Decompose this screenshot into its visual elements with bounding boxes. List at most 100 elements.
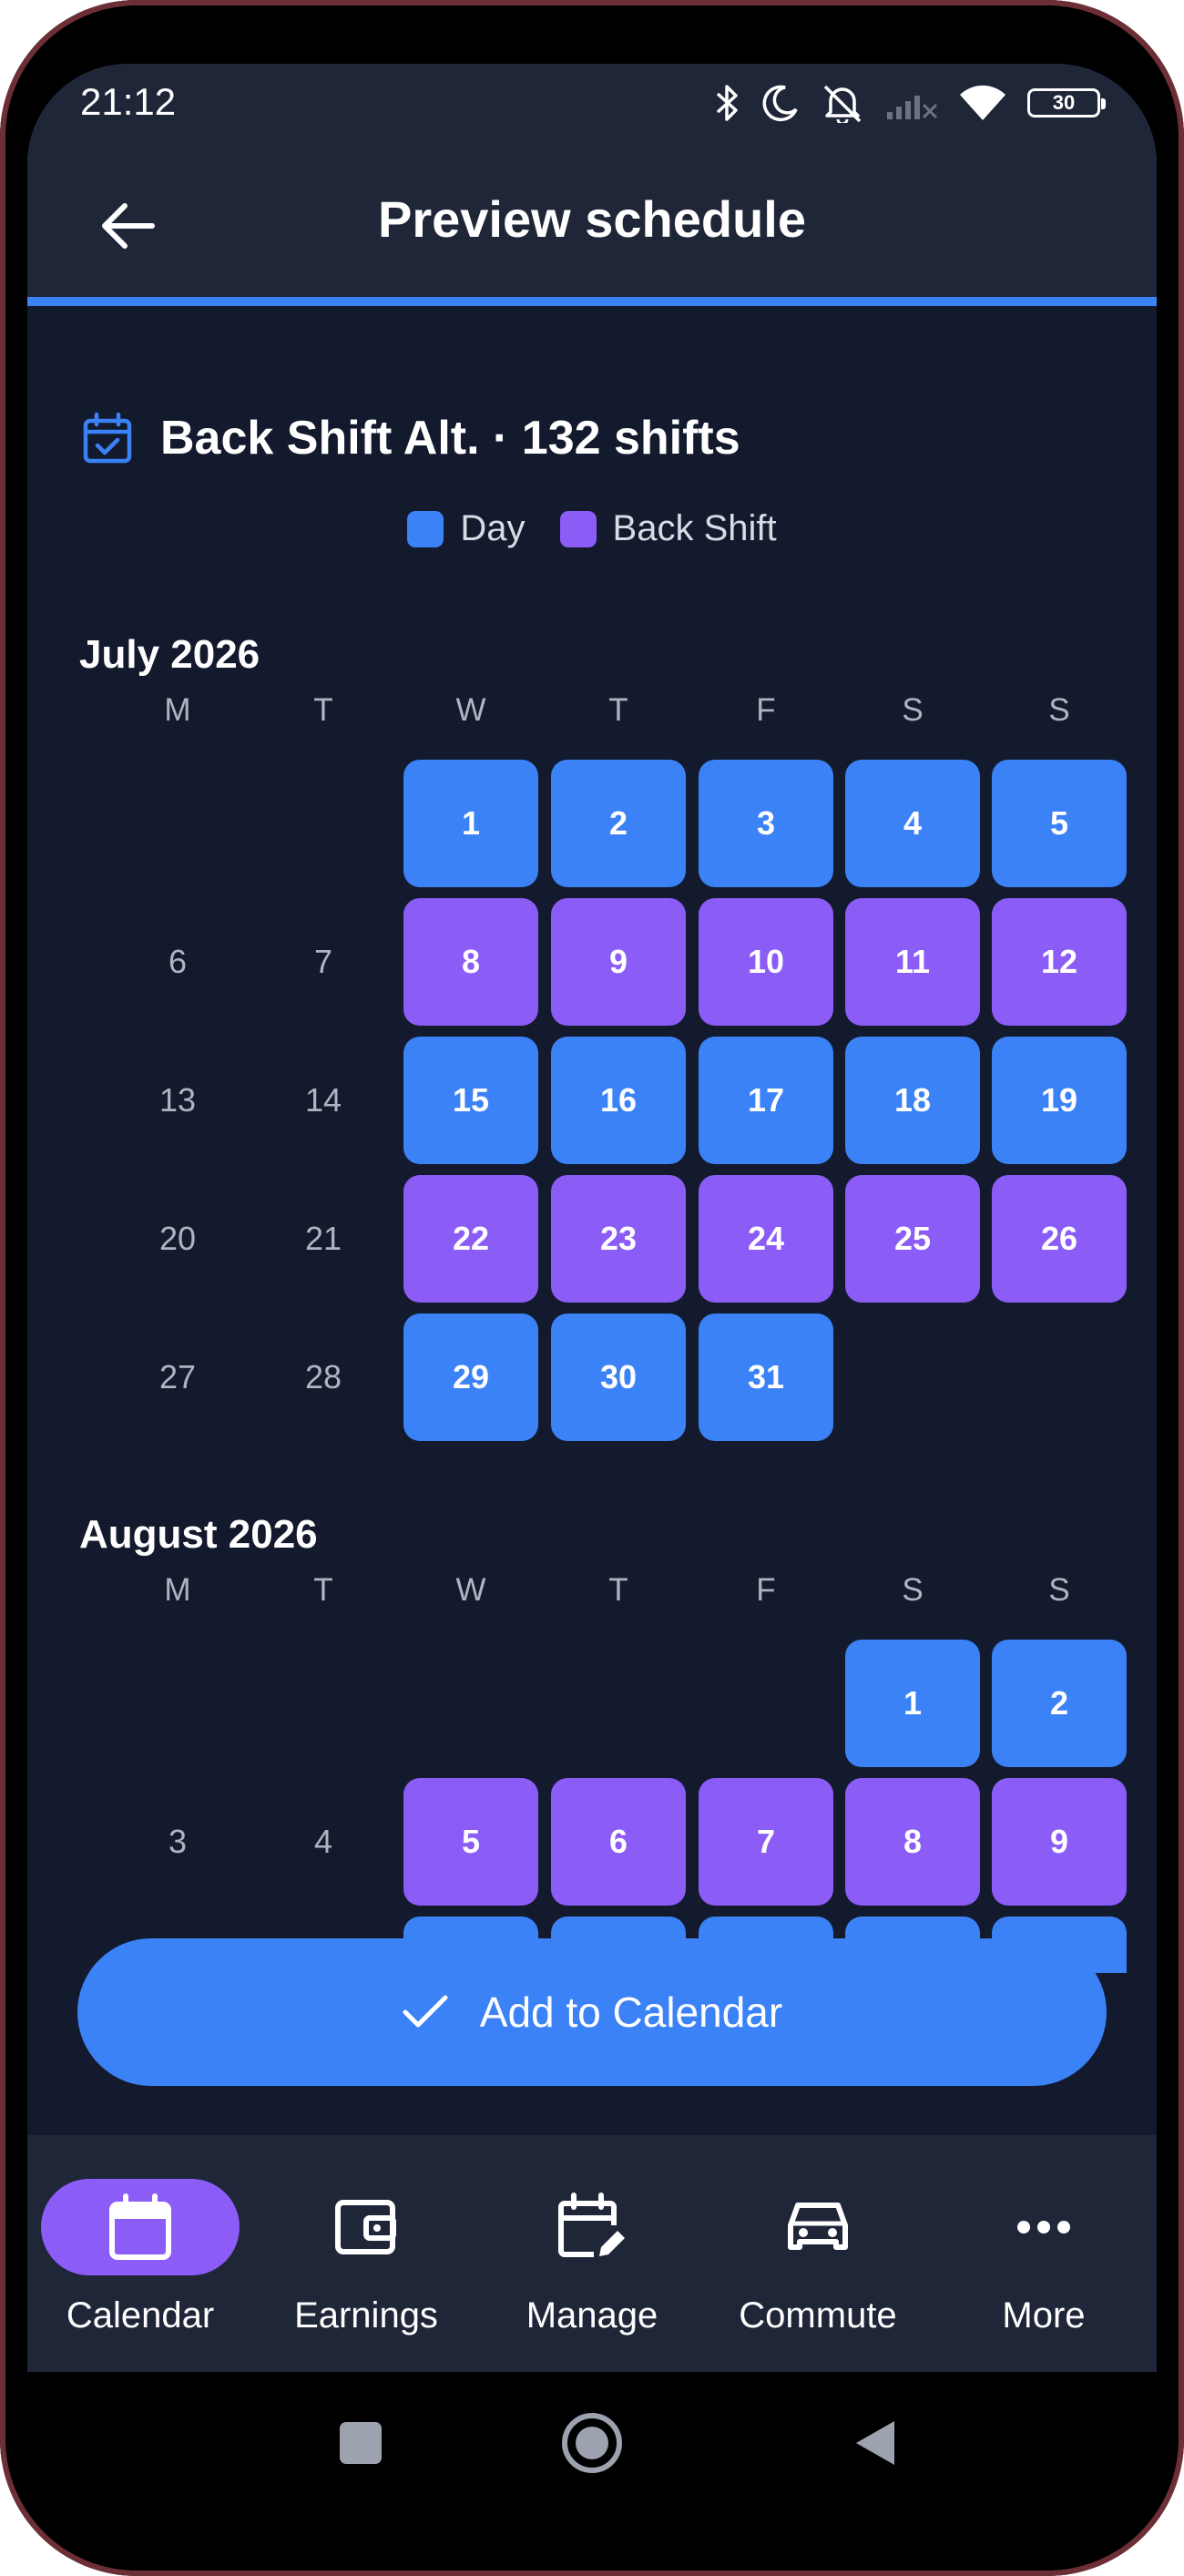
shift-day-cell[interactable]: 29: [403, 1314, 538, 1441]
weekday-label: T: [608, 1572, 628, 1608]
day-cell[interactable]: 4: [256, 1778, 391, 1906]
nav-pill: [267, 2179, 465, 2275]
nav-pill: [719, 2179, 917, 2275]
legend-item-back-shift: Back Shift: [559, 508, 777, 549]
shift-day-cell[interactable]: 1: [403, 760, 538, 887]
add-to-calendar-label: Add to Calendar: [479, 1988, 783, 2036]
shift-day-cell[interactable]: 7: [699, 1778, 833, 1906]
progress-line: [27, 297, 1157, 306]
month-august-2026: August 2026 MTWTFSS123456789101112131415…: [27, 1512, 1157, 1973]
shift-day-cell[interactable]: 17: [699, 1037, 833, 1164]
nav-item-calendar[interactable]: Calendar: [27, 2135, 253, 2372]
shift-day-cell[interactable]: 6: [551, 1778, 686, 1906]
shift-day-cell[interactable]: 18: [845, 1037, 980, 1164]
signal-icon: [887, 96, 938, 119]
schedule-content[interactable]: Back Shift Alt. · 132 shifts Day Back Sh…: [27, 306, 1157, 1973]
weekday-label: F: [756, 692, 776, 728]
month-july-2026: July 2026 M T W T F S S 1 2 3 4 5 6 7 8 9 10 11 12 13 14 15 16…: [27, 632, 1157, 1452]
nav-pill: [41, 2179, 240, 2275]
moon-icon: [762, 85, 798, 122]
month-title: July 2026: [79, 632, 260, 677]
weekday-label: M: [164, 692, 191, 728]
weekday-label: T: [313, 692, 333, 728]
status-icons: 30: [714, 80, 1106, 126]
shift-day-cell[interactable]: 30: [551, 1314, 686, 1441]
day-cell[interactable]: 20: [110, 1175, 245, 1303]
calendar-check-icon: [83, 412, 132, 464]
shift-day-cell[interactable]: 5: [403, 1778, 538, 1906]
day-cell[interactable]: 6: [110, 898, 245, 1026]
shift-day-cell[interactable]: 24: [699, 1175, 833, 1303]
shift-day-cell[interactable]: 3: [699, 760, 833, 887]
shift-day-cell[interactable]: 25: [845, 1175, 980, 1303]
nav-item-more[interactable]: More: [931, 2135, 1157, 2372]
nav-item-commute[interactable]: Commute: [705, 2135, 931, 2372]
shift-day-cell[interactable]: 5: [992, 760, 1127, 887]
weekday-label: T: [313, 1572, 333, 1608]
shift-day-cell[interactable]: 9: [551, 898, 686, 1026]
nav-label: Commute: [739, 2295, 897, 2336]
shift-day-cell[interactable]: 8: [403, 898, 538, 1026]
day-cell[interactable]: 21: [256, 1175, 391, 1303]
schedule-title: Back Shift Alt. · 132 shifts: [160, 412, 740, 465]
legend-swatch-day: [407, 510, 444, 547]
add-to-calendar-button[interactable]: Add to Calendar: [77, 1938, 1107, 2086]
back-nav-button[interactable]: [838, 2407, 911, 2479]
nav-label: Manage: [526, 2295, 658, 2336]
weekday-label: S: [902, 1572, 924, 1608]
shift-day-cell[interactable]: 10: [699, 898, 833, 1026]
more-icon: [1017, 2221, 1070, 2234]
shift-day-cell[interactable]: 2: [992, 1640, 1127, 1767]
legend-label: Back Shift: [612, 508, 777, 548]
page-title: Preview schedule: [377, 190, 806, 248]
weekday-label: S: [1048, 1572, 1070, 1608]
bottom-navigation: Calendar Earnings Manage Commute More: [27, 2135, 1157, 2372]
legend-label: Day: [460, 508, 526, 548]
weekday-label: W: [455, 1572, 486, 1608]
triangle-back-icon: [856, 2421, 894, 2465]
shift-day-cell[interactable]: 1: [845, 1640, 980, 1767]
nav-pill: [944, 2179, 1143, 2275]
shift-day-cell[interactable]: 31: [699, 1314, 833, 1441]
shift-day-cell[interactable]: 11: [845, 898, 980, 1026]
phone-frame: 21:12 30 Preview schedule Back Shift Alt…: [0, 0, 1184, 2576]
shift-day-cell[interactable]: 19: [992, 1037, 1127, 1164]
nav-item-earnings[interactable]: Earnings: [253, 2135, 479, 2372]
nav-pill: [493, 2179, 691, 2275]
status-time: 21:12: [80, 80, 177, 123]
day-cell[interactable]: 27: [110, 1314, 245, 1441]
nav-item-manage[interactable]: Manage: [479, 2135, 705, 2372]
shift-day-cell[interactable]: 4: [845, 760, 980, 887]
day-cell[interactable]: 13: [110, 1037, 245, 1164]
weekday-label: F: [756, 1572, 776, 1608]
legend: Day Back Shift: [27, 508, 1157, 549]
car-icon: [788, 2203, 848, 2250]
shift-day-cell[interactable]: 23: [551, 1175, 686, 1303]
home-button[interactable]: [556, 2407, 628, 2479]
shift-day-cell[interactable]: 16: [551, 1037, 686, 1164]
shift-day-cell[interactable]: 2: [551, 760, 686, 887]
recents-button[interactable]: [324, 2407, 397, 2479]
shift-day-cell[interactable]: 12: [992, 898, 1127, 1026]
nav-label: More: [1002, 2295, 1086, 2336]
home-circle-icon: [562, 2413, 622, 2473]
bell-off-icon: [823, 85, 862, 123]
wifi-icon: [960, 85, 1005, 120]
square-icon: [340, 2422, 382, 2464]
day-cell[interactable]: 3: [110, 1778, 245, 1906]
day-cell[interactable]: 7: [256, 898, 391, 1026]
day-cell[interactable]: 14: [256, 1037, 391, 1164]
bluetooth-icon: [716, 85, 738, 121]
shift-day-cell[interactable]: 9: [992, 1778, 1127, 1906]
app-screen: 21:12 30 Preview schedule Back Shift Alt…: [27, 64, 1157, 2514]
schedule-header: Back Shift Alt. · 132 shifts: [82, 411, 740, 465]
shift-day-cell[interactable]: 8: [845, 1778, 980, 1906]
shift-day-cell[interactable]: 15: [403, 1037, 538, 1164]
weekday-label: W: [455, 692, 486, 728]
nav-label: Earnings: [294, 2295, 438, 2336]
top-bar: 21:12 30 Preview schedule: [27, 64, 1157, 299]
weekday-label: M: [164, 1572, 191, 1608]
shift-day-cell[interactable]: 26: [992, 1175, 1127, 1303]
day-cell[interactable]: 28: [256, 1314, 391, 1441]
shift-day-cell[interactable]: 22: [403, 1175, 538, 1303]
